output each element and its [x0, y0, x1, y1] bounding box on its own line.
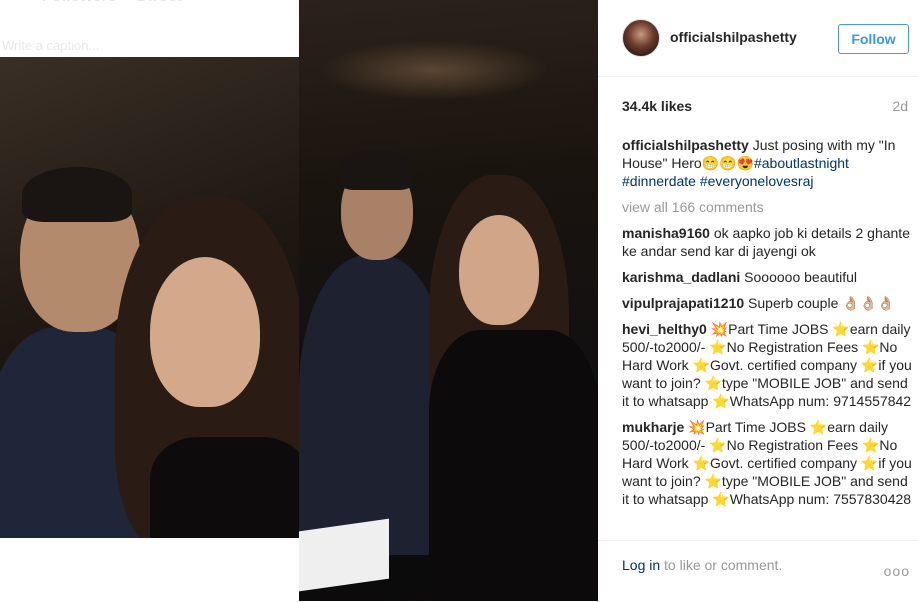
photo-man-hair	[339, 150, 414, 190]
photo-man-body	[299, 255, 449, 555]
background-tabs: Followers Direct	[0, 0, 182, 18]
photo-woman-body	[429, 330, 598, 601]
comment-user[interactable]: hevi_helthy0	[622, 321, 707, 337]
hashtag-link[interactable]: #dinnerdate	[622, 173, 696, 189]
login-prompt-text: to like or comment.	[660, 557, 783, 573]
post-header: officialshilpashetty Follow	[598, 0, 918, 77]
photo-lamp	[319, 40, 549, 100]
post-username[interactable]: officialshilpashetty	[670, 29, 797, 45]
view-all-comments-link[interactable]: view all 166 comments	[622, 198, 912, 216]
follow-button[interactable]: Follow	[838, 24, 909, 54]
photo-woman-body	[150, 437, 299, 538]
more-options-icon[interactable]: ooo	[884, 563, 910, 579]
photo-woman-face	[150, 257, 260, 407]
comment-user[interactable]: karishma_dadlani	[622, 269, 740, 285]
likes-count[interactable]: 34.4k likes	[622, 98, 692, 114]
post-age[interactable]: 2d	[892, 98, 908, 114]
hashtag-link[interactable]: #aboutlastnight	[754, 155, 849, 171]
comment-item: hevi_helthy0 💥Part Time JOBS ⭐earn daily…	[622, 320, 912, 410]
post-footer: Log in to like or comment. ooo	[598, 540, 918, 602]
tab-followers[interactable]: Followers	[42, 0, 117, 18]
comment-user[interactable]: manisha9160	[622, 225, 710, 241]
comment-text: Soooooo beautiful	[740, 269, 858, 285]
comment-item: vipulprajapati1210 Superb couple 👌🏼👌🏼👌🏼	[622, 294, 912, 312]
comment-user[interactable]: mukharje	[622, 419, 684, 435]
background-photo	[0, 57, 299, 538]
comment-user[interactable]: vipulprajapati1210	[622, 295, 744, 311]
photo-man-hair	[22, 167, 132, 222]
post-photo[interactable]	[299, 0, 598, 601]
comment-item: manisha9160 ok aapko job ki details 2 gh…	[622, 224, 912, 260]
comment-item: karishma_dadlani Soooooo beautiful	[622, 268, 912, 286]
post-sidebar: officialshilpashetty Follow 34.4k likes …	[598, 0, 918, 601]
comments-list[interactable]: officialshilpashetty Just posing with my…	[622, 136, 912, 532]
comment-text: Superb couple 👌🏼👌🏼👌🏼	[744, 295, 895, 311]
hashtag-link[interactable]: #everyonelovesraj	[700, 173, 814, 189]
login-link[interactable]: Log in	[622, 557, 660, 573]
login-prompt: Log in to like or comment.	[622, 557, 782, 573]
caption-placeholder[interactable]: Write a caption...	[2, 38, 99, 53]
avatar[interactable]	[622, 19, 660, 57]
background-panel: Followers Direct Write a caption...	[0, 0, 299, 601]
comment-item: mukharje 💥Part Time JOBS ⭐earn daily 500…	[622, 418, 912, 508]
caption-comment: officialshilpashetty Just posing with my…	[622, 136, 912, 190]
tab-direct[interactable]: Direct	[137, 0, 182, 18]
photo-napkin	[299, 518, 389, 592]
comment-user[interactable]: officialshilpashetty	[622, 137, 749, 153]
photo-woman-face	[459, 215, 539, 325]
